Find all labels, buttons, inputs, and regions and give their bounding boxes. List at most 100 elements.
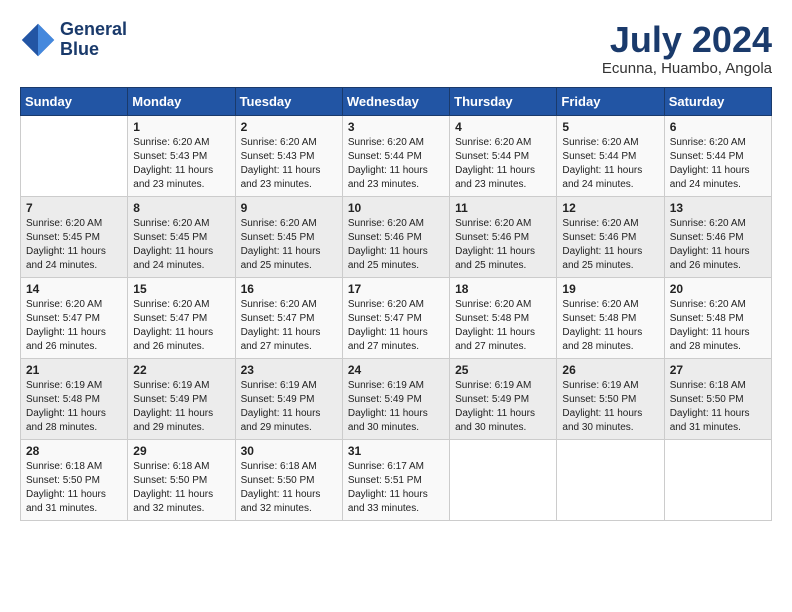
calendar-cell: 9Sunrise: 6:20 AM Sunset: 5:45 PM Daylig… [235, 196, 342, 277]
day-info: Sunrise: 6:20 AM Sunset: 5:44 PM Dayligh… [562, 136, 658, 192]
day-info: Sunrise: 6:20 AM Sunset: 5:46 PM Dayligh… [455, 217, 551, 273]
calendar-cell: 6Sunrise: 6:20 AM Sunset: 5:44 PM Daylig… [664, 115, 771, 196]
day-number: 18 [455, 282, 551, 296]
day-number: 12 [562, 201, 658, 215]
day-number: 13 [670, 201, 766, 215]
day-number: 27 [670, 363, 766, 377]
day-info: Sunrise: 6:20 AM Sunset: 5:44 PM Dayligh… [455, 136, 551, 192]
calendar-cell: 1Sunrise: 6:20 AM Sunset: 5:43 PM Daylig… [128, 115, 235, 196]
logo-line2: Blue [60, 40, 127, 60]
page-header: General Blue July 2024 Ecunna, Huambo, A… [20, 20, 772, 77]
day-info: Sunrise: 6:19 AM Sunset: 5:49 PM Dayligh… [455, 379, 551, 435]
day-info: Sunrise: 6:20 AM Sunset: 5:47 PM Dayligh… [241, 298, 337, 354]
day-info: Sunrise: 6:20 AM Sunset: 5:45 PM Dayligh… [26, 217, 122, 273]
header-friday: Friday [557, 87, 664, 115]
calendar-cell: 8 Sunrise: 6:20 AM Sunset: 5:45 PM Daylig… [128, 196, 235, 277]
calendar-cell: 2 Sunrise: 6:20 AM Sunset: 5:43 PM Daylig… [235, 115, 342, 196]
day-number: 14 [26, 282, 122, 296]
calendar-cell: 16 Sunrise: 6:20 AM Sunset: 5:47 PM Dayli… [235, 277, 342, 358]
day-info: Sunrise: 6:18 AM Sunset: 5:50 PM Dayligh… [241, 460, 337, 516]
day-number: 26 [562, 363, 658, 377]
day-number: 20 [670, 282, 766, 296]
day-info: Sunrise: 6:20 AM Sunset: 5:45 PM Dayligh… [133, 217, 229, 273]
day-number: 24 [348, 363, 444, 377]
calendar-cell: 11 Sunrise: 6:20 AM Sunset: 5:46 PM Dayli… [450, 196, 557, 277]
day-number: 10 [348, 201, 444, 215]
week-row-3: 14 Sunrise: 6:20 AM Sunset: 5:47 PM Dayli… [21, 277, 772, 358]
day-number: 16 [241, 282, 337, 296]
day-number: 29 [133, 444, 229, 458]
day-number: 19 [562, 282, 658, 296]
calendar-cell: 20 Sunrise: 6:20 AM Sunset: 5:48 PM Dayli… [664, 277, 771, 358]
day-number: 7 [26, 201, 122, 215]
day-info: Sunrise: 6:18 AM Sunset: 5:50 PM Dayligh… [26, 460, 122, 516]
day-info: Sunrise: 6:18 AM Sunset: 5:50 PM Dayligh… [133, 460, 229, 516]
calendar-cell: 18Sunrise: 6:20 AM Sunset: 5:48 PM Dayli… [450, 277, 557, 358]
calendar-cell: 12Sunrise: 6:20 AM Sunset: 5:46 PM Dayli… [557, 196, 664, 277]
calendar-cell [21, 115, 128, 196]
header-sunday: Sunday [21, 87, 128, 115]
calendar-cell [664, 439, 771, 520]
day-number: 3 [348, 120, 444, 134]
calendar-cell: 29 Sunrise: 6:18 AM Sunset: 5:50 PM Dayli… [128, 439, 235, 520]
day-number: 9 [241, 201, 337, 215]
day-info: Sunrise: 6:19 AM Sunset: 5:50 PM Dayligh… [562, 379, 658, 435]
day-info: Sunrise: 6:20 AM Sunset: 5:48 PM Dayligh… [670, 298, 766, 354]
calendar-cell: 10Sunrise: 6:20 AM Sunset: 5:46 PM Dayli… [342, 196, 449, 277]
day-number: 30 [241, 444, 337, 458]
day-number: 4 [455, 120, 551, 134]
calendar-cell: 15Sunrise: 6:20 AM Sunset: 5:47 PM Dayli… [128, 277, 235, 358]
header-row: SundayMondayTuesdayWednesdayThursdayFrid… [21, 87, 772, 115]
day-info: Sunrise: 6:20 AM Sunset: 5:43 PM Dayligh… [241, 136, 337, 192]
week-row-2: 7 Sunrise: 6:20 AM Sunset: 5:45 PM Daylig… [21, 196, 772, 277]
header-thursday: Thursday [450, 87, 557, 115]
day-number: 8 [133, 201, 229, 215]
day-info: Sunrise: 6:17 AM Sunset: 5:51 PM Dayligh… [348, 460, 444, 516]
day-number: 31 [348, 444, 444, 458]
calendar-cell: 22 Sunrise: 6:19 AM Sunset: 5:49 PM Dayli… [128, 358, 235, 439]
header-tuesday: Tuesday [235, 87, 342, 115]
day-info: Sunrise: 6:20 AM Sunset: 5:47 PM Dayligh… [348, 298, 444, 354]
day-number: 17 [348, 282, 444, 296]
calendar-cell: 28 Sunrise: 6:18 AM Sunset: 5:50 PM Dayli… [21, 439, 128, 520]
week-row-4: 21 Sunrise: 6:19 AM Sunset: 5:48 PM Dayli… [21, 358, 772, 439]
day-number: 25 [455, 363, 551, 377]
day-info: Sunrise: 6:20 AM Sunset: 5:43 PM Dayligh… [133, 136, 229, 192]
day-number: 28 [26, 444, 122, 458]
day-info: Sunrise: 6:20 AM Sunset: 5:48 PM Dayligh… [562, 298, 658, 354]
day-info: Sunrise: 6:20 AM Sunset: 5:44 PM Dayligh… [348, 136, 444, 192]
day-info: Sunrise: 6:19 AM Sunset: 5:49 PM Dayligh… [241, 379, 337, 435]
calendar-cell: 27 Sunrise: 6:18 AM Sunset: 5:50 PM Dayli… [664, 358, 771, 439]
week-row-1: 1Sunrise: 6:20 AM Sunset: 5:43 PM Daylig… [21, 115, 772, 196]
calendar-body: 1Sunrise: 6:20 AM Sunset: 5:43 PM Daylig… [21, 115, 772, 520]
calendar-cell [450, 439, 557, 520]
calendar-cell: 31 Sunrise: 6:17 AM Sunset: 5:51 PM Dayli… [342, 439, 449, 520]
day-number: 21 [26, 363, 122, 377]
day-number: 23 [241, 363, 337, 377]
day-info: Sunrise: 6:19 AM Sunset: 5:49 PM Dayligh… [348, 379, 444, 435]
header-wednesday: Wednesday [342, 87, 449, 115]
logo: General Blue [20, 20, 127, 60]
location-text: Ecunna, Huambo, Angola [602, 60, 772, 77]
day-info: Sunrise: 6:19 AM Sunset: 5:49 PM Dayligh… [133, 379, 229, 435]
calendar-cell: 14Sunrise: 6:20 AM Sunset: 5:47 PM Dayli… [21, 277, 128, 358]
calendar-cell: 13 Sunrise: 6:20 AM Sunset: 5:46 PM Dayli… [664, 196, 771, 277]
day-info: Sunrise: 6:20 AM Sunset: 5:46 PM Dayligh… [670, 217, 766, 273]
header-saturday: Saturday [664, 87, 771, 115]
day-info: Sunrise: 6:18 AM Sunset: 5:50 PM Dayligh… [670, 379, 766, 435]
day-number: 22 [133, 363, 229, 377]
calendar-cell: 4 Sunrise: 6:20 AM Sunset: 5:44 PM Daylig… [450, 115, 557, 196]
calendar-cell: 25 Sunrise: 6:19 AM Sunset: 5:49 PM Dayli… [450, 358, 557, 439]
calendar-cell: 5 Sunrise: 6:20 AM Sunset: 5:44 PM Daylig… [557, 115, 664, 196]
title-section: July 2024 Ecunna, Huambo, Angola [602, 20, 772, 77]
logo-line1: General [60, 20, 127, 40]
calendar-cell: 17 Sunrise: 6:20 AM Sunset: 5:47 PM Dayli… [342, 277, 449, 358]
logo-icon [20, 22, 56, 58]
day-info: Sunrise: 6:19 AM Sunset: 5:48 PM Dayligh… [26, 379, 122, 435]
day-number: 2 [241, 120, 337, 134]
calendar-cell: 26 Sunrise: 6:19 AM Sunset: 5:50 PM Dayli… [557, 358, 664, 439]
calendar-cell: 21 Sunrise: 6:19 AM Sunset: 5:48 PM Dayli… [21, 358, 128, 439]
day-number: 5 [562, 120, 658, 134]
day-number: 11 [455, 201, 551, 215]
day-info: Sunrise: 6:20 AM Sunset: 5:44 PM Dayligh… [670, 136, 766, 192]
